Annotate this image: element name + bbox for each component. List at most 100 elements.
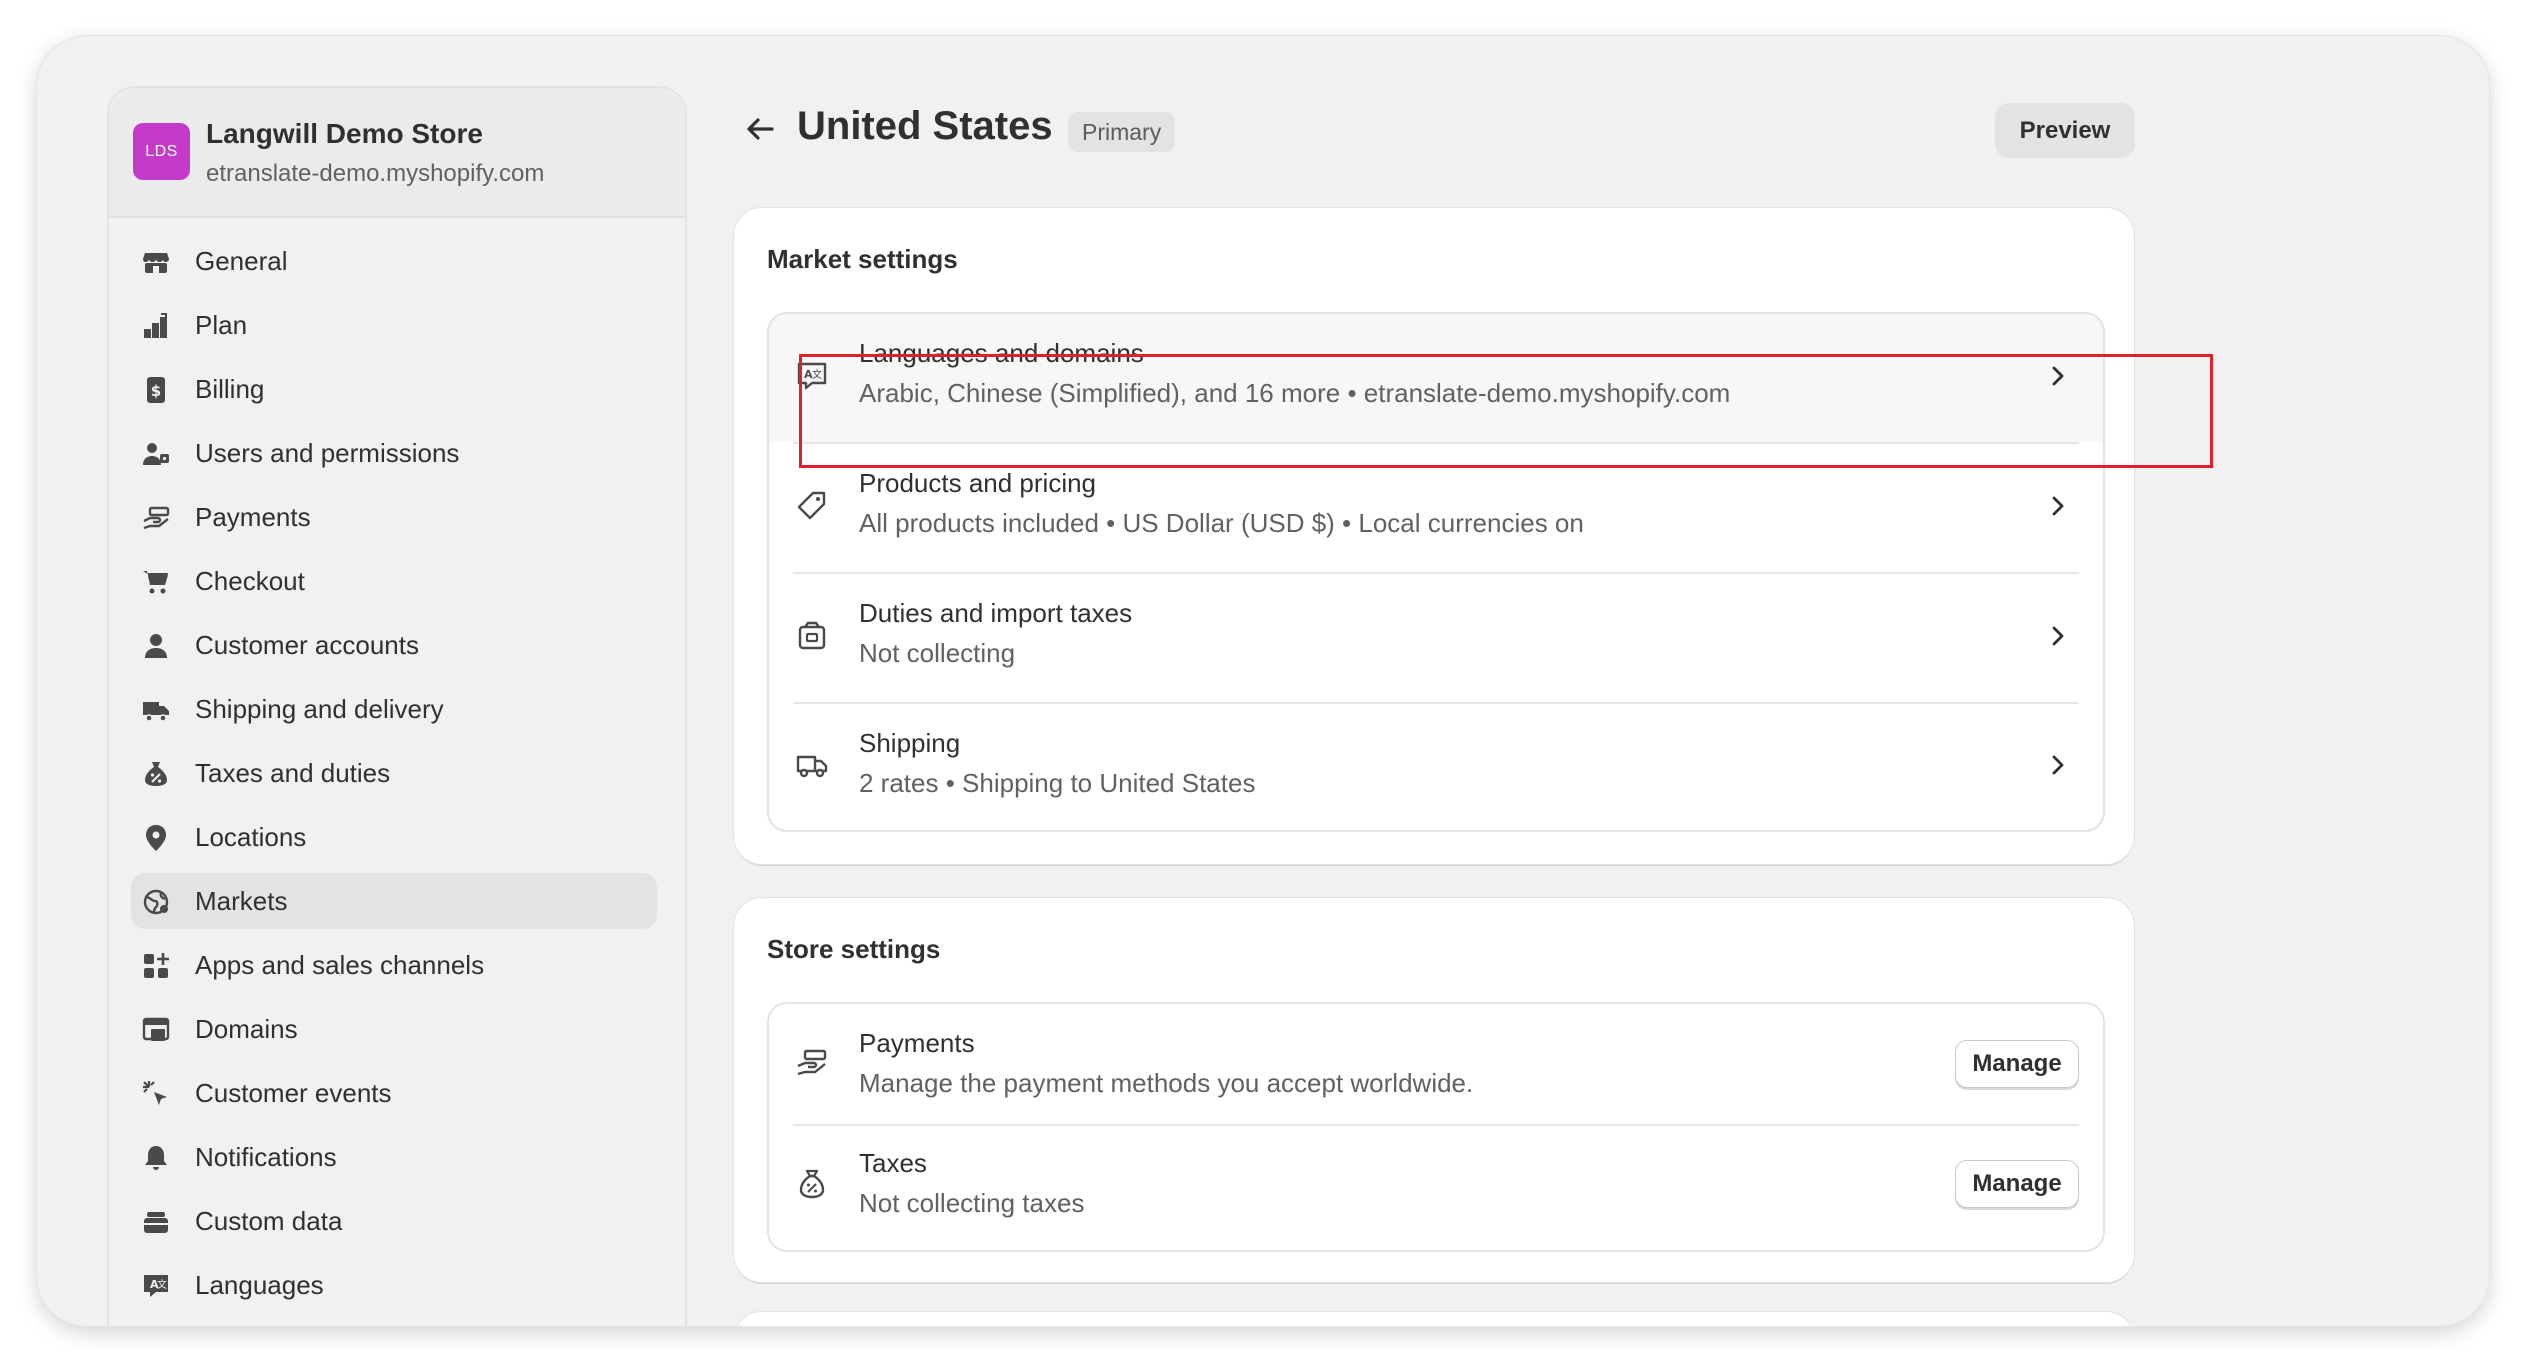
sidebar-item-shipping[interactable]: Shipping and delivery (131, 681, 657, 737)
preview-button[interactable]: Preview (1995, 103, 2135, 158)
payments-icon (141, 503, 171, 533)
store-header[interactable]: LDS Langwill Demo Store etranslate-demo.… (109, 88, 685, 218)
store-domain: etranslate-demo.myshopify.com (206, 160, 545, 187)
store-avatar: LDS (133, 123, 190, 180)
row-title: Languages and domains (859, 338, 1144, 368)
duties-and-import-taxes-row[interactable]: Duties and import taxes Not collecting (769, 574, 2103, 702)
sidebar-item-locations[interactable]: Locations (131, 809, 657, 865)
row-subtitle: Arabic, Chinese (Simplified), and 16 mor… (859, 378, 1731, 408)
database-icon (141, 1207, 171, 1237)
row-subtitle: 2 rates • Shipping to United States (859, 768, 1256, 798)
store-settings-card: Store settings Payments Manage the payme… (734, 898, 2134, 1282)
store-settings-list: Payments Manage the payment methods you … (767, 1002, 2105, 1252)
sidebar-item-label: Billing (195, 373, 265, 404)
sidebar-item-label: Plan (195, 309, 248, 340)
row-title: Payments (859, 1028, 975, 1058)
page-title: United States (797, 104, 1053, 148)
market-settings-card: Market settings A 文 Languages and domain… (734, 208, 2134, 864)
sidebar-item-label: Payments (195, 501, 311, 532)
store-icon (141, 247, 171, 277)
sidebar-item-label: Domains (195, 1013, 298, 1044)
translate-icon: A文 (141, 1271, 171, 1301)
languages-and-domains-row[interactable]: A 文 Languages and domains Arabic, Chines… (769, 314, 2103, 442)
sidebar-item-payments[interactable]: Payments (131, 489, 657, 545)
sidebar-item-label: Taxes and duties (195, 757, 391, 788)
svg-text:$: $ (151, 382, 161, 400)
person-icon (141, 631, 171, 661)
apps-icon (141, 951, 171, 981)
sidebar-item-markets[interactable]: Markets (131, 873, 657, 929)
sidebar-item-checkout[interactable]: Checkout (131, 553, 657, 609)
sidebar-item-notifications[interactable]: Notifications (131, 1129, 657, 1185)
cart-icon (141, 567, 171, 597)
sidebar-item-label: Custom data (195, 1205, 343, 1236)
sidebar-item-plan[interactable]: Plan (131, 297, 657, 353)
package-icon (798, 621, 826, 650)
back-arrow-icon[interactable] (742, 111, 778, 147)
row-title: Shipping (859, 728, 961, 758)
row-title: Products and pricing (859, 468, 1097, 498)
globe-icon (141, 887, 171, 917)
sidebar-item-users[interactable]: Users and permissions (131, 425, 657, 481)
sidebar-item-label: Locations (195, 821, 307, 852)
row-subtitle: All products included • US Dollar (USD $… (859, 508, 1584, 538)
shipping-row[interactable]: Shipping 2 rates • Shipping to United St… (769, 704, 2103, 830)
sidebar-item-billing[interactable]: $ Billing (131, 361, 657, 417)
products-and-pricing-row[interactable]: Products and pricing All products includ… (769, 444, 2103, 572)
sidebar-item-label: General (195, 245, 288, 276)
store-name: Langwill Demo Store (206, 118, 483, 149)
sidebar-item-label: Users and permissions (195, 437, 460, 468)
sidebar-item-domains[interactable]: Domains (131, 1001, 657, 1057)
translate-icon: A 文 (797, 362, 827, 390)
card-title: Market settings (767, 244, 958, 274)
tax-icon (799, 1169, 825, 1199)
sidebar-item-apps[interactable]: Apps and sales channels (131, 937, 657, 993)
card-title: Store settings (767, 934, 941, 964)
sidebar-item-label: Customer events (195, 1077, 392, 1108)
sidebar-item-custom-data[interactable]: Custom data (131, 1193, 657, 1249)
svg-text:文: 文 (157, 1278, 167, 1291)
payments-row: Payments Manage the payment methods you … (769, 1004, 2103, 1124)
sidebar-item-general[interactable]: General (131, 233, 657, 289)
users-icon (141, 439, 171, 469)
cursor-icon (141, 1079, 171, 1109)
manage-payments-button[interactable]: Manage (1955, 1040, 2079, 1088)
sidebar-item-label: Customer accounts (195, 629, 419, 660)
row-subtitle: Not collecting taxes (859, 1188, 1085, 1218)
primary-badge: Primary (1068, 112, 1176, 152)
plan-icon (141, 311, 171, 341)
market-settings-list: A 文 Languages and domains Arabic, Chines… (767, 312, 2105, 832)
row-subtitle: Manage the payment methods you accept wo… (859, 1068, 1474, 1098)
domains-icon (141, 1015, 171, 1045)
svg-text:文: 文 (812, 368, 822, 381)
settings-nav: General Plan $ Billing Users and permiss… (131, 233, 657, 1321)
row-title: Duties and import taxes (859, 598, 1133, 628)
sidebar-item-taxes[interactable]: Taxes and duties (131, 745, 657, 801)
payments-icon (797, 1049, 827, 1076)
sidebar-item-languages[interactable]: A文 Languages (131, 1257, 657, 1313)
settings-sidebar: LDS Langwill Demo Store etranslate-demo.… (107, 86, 687, 1326)
sidebar-item-label: Languages (195, 1269, 324, 1300)
settings-window: LDS Langwill Demo Store etranslate-demo.… (37, 36, 2489, 1326)
chevron-right-icon (2052, 755, 2064, 775)
chevron-right-icon (2052, 496, 2064, 516)
tag-icon (797, 491, 826, 520)
billing-icon: $ (141, 375, 171, 405)
sidebar-item-label: Shipping and delivery (195, 693, 444, 724)
row-title: Taxes (859, 1148, 927, 1178)
chevron-right-icon (2052, 366, 2064, 386)
tax-icon (141, 759, 171, 789)
next-settings-card (734, 1312, 2134, 1326)
bell-icon (141, 1143, 171, 1173)
truck-icon (141, 695, 171, 725)
sidebar-item-customer-accounts[interactable]: Customer accounts (131, 617, 657, 673)
truck-icon (796, 755, 828, 778)
sidebar-item-label: Notifications (195, 1141, 337, 1172)
sidebar-item-label: Markets (195, 885, 288, 916)
sidebar-item-label: Apps and sales channels (195, 949, 485, 980)
row-subtitle: Not collecting (859, 638, 1016, 668)
location-icon (141, 823, 171, 853)
sidebar-item-label: Checkout (195, 565, 305, 596)
sidebar-item-customer-events[interactable]: Customer events (131, 1065, 657, 1121)
manage-taxes-button[interactable]: Manage (1955, 1160, 2079, 1208)
